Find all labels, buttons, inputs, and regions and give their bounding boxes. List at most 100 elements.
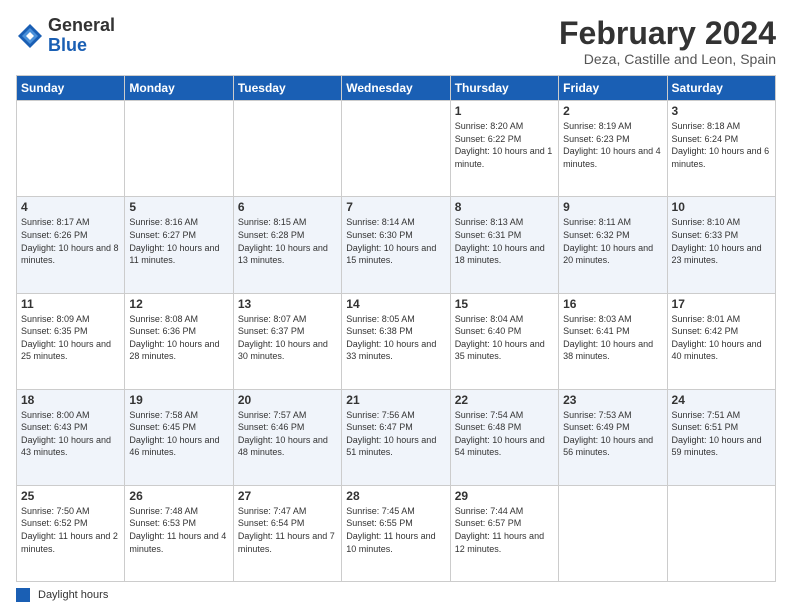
legend-color-box: [16, 588, 30, 602]
day-number: 15: [455, 297, 554, 311]
day-number: 5: [129, 200, 228, 214]
day-number: 18: [21, 393, 120, 407]
calendar-cell: 16 Sunrise: 8:03 AM Sunset: 6:41 PM Dayli…: [559, 293, 667, 389]
main-title: February 2024: [559, 16, 776, 51]
week-row-2: 4 Sunrise: 8:17 AM Sunset: 6:26 PM Daylig…: [17, 197, 776, 293]
calendar-cell: 11 Sunrise: 8:09 AM Sunset: 6:35 PM Dayli…: [17, 293, 125, 389]
calendar-cell: 4 Sunrise: 8:17 AM Sunset: 6:26 PM Daylig…: [17, 197, 125, 293]
day-number: 13: [238, 297, 337, 311]
calendar-cell: 14 Sunrise: 8:05 AM Sunset: 6:38 PM Dayli…: [342, 293, 450, 389]
header-day-friday: Friday: [559, 76, 667, 101]
day-info: Sunrise: 8:20 AM Sunset: 6:22 PM Dayligh…: [455, 120, 554, 170]
day-number: 9: [563, 200, 662, 214]
day-number: 11: [21, 297, 120, 311]
calendar-cell: 13Sunrise: 8:07 AM Sunset: 6:37 PM Dayli…: [233, 293, 341, 389]
week-row-5: 25 Sunrise: 7:50 AM Sunset: 6:52 PM Dayli…: [17, 485, 776, 581]
calendar-cell: 7 Sunrise: 8:14 AM Sunset: 6:30 PM Daylig…: [342, 197, 450, 293]
day-info: Sunrise: 7:54 AM Sunset: 6:48 PM Dayligh…: [455, 409, 554, 459]
week-row-1: 1Sunrise: 8:20 AM Sunset: 6:22 PM Daylig…: [17, 101, 776, 197]
day-info: Sunrise: 7:51 AM Sunset: 6:51 PM Dayligh…: [672, 409, 771, 459]
calendar-cell: 15Sunrise: 8:04 AM Sunset: 6:40 PM Dayli…: [450, 293, 558, 389]
page: General Blue February 2024 Deza, Castill…: [0, 0, 792, 612]
day-number: 24: [672, 393, 771, 407]
header-day-sunday: Sunday: [17, 76, 125, 101]
header: General Blue February 2024 Deza, Castill…: [16, 16, 776, 67]
day-number: 14: [346, 297, 445, 311]
header-row: SundayMondayTuesdayWednesdayThursdayFrid…: [17, 76, 776, 101]
title-area: February 2024 Deza, Castille and Leon, S…: [559, 16, 776, 67]
header-day-monday: Monday: [125, 76, 233, 101]
calendar-cell: [233, 101, 341, 197]
logo: General Blue: [16, 16, 115, 56]
day-info: Sunrise: 7:57 AM Sunset: 6:46 PM Dayligh…: [238, 409, 337, 459]
day-number: 16: [563, 297, 662, 311]
calendar-cell: 24 Sunrise: 7:51 AM Sunset: 6:51 PM Dayli…: [667, 389, 775, 485]
day-info: Sunrise: 8:03 AM Sunset: 6:41 PM Dayligh…: [563, 313, 662, 363]
calendar-cell: 17 Sunrise: 8:01 AM Sunset: 6:42 PM Dayli…: [667, 293, 775, 389]
calendar-cell: 3Sunrise: 8:18 AM Sunset: 6:24 PM Daylig…: [667, 101, 775, 197]
day-number: 12: [129, 297, 228, 311]
day-info: Sunrise: 8:14 AM Sunset: 6:30 PM Dayligh…: [346, 216, 445, 266]
day-number: 4: [21, 200, 120, 214]
calendar-cell: 29 Sunrise: 7:44 AM Sunset: 6:57 PM Dayli…: [450, 485, 558, 581]
calendar-cell: 9 Sunrise: 8:11 AM Sunset: 6:32 PM Daylig…: [559, 197, 667, 293]
day-info: Sunrise: 8:01 AM Sunset: 6:42 PM Dayligh…: [672, 313, 771, 363]
day-info: Sunrise: 7:48 AM Sunset: 6:53 PM Dayligh…: [129, 505, 228, 555]
day-number: 17: [672, 297, 771, 311]
day-number: 10: [672, 200, 771, 214]
calendar-cell: 26 Sunrise: 7:48 AM Sunset: 6:53 PM Dayli…: [125, 485, 233, 581]
calendar-cell: 2Sunrise: 8:19 AM Sunset: 6:23 PM Daylig…: [559, 101, 667, 197]
day-info: Sunrise: 7:58 AM Sunset: 6:45 PM Dayligh…: [129, 409, 228, 459]
day-info: Sunrise: 8:05 AM Sunset: 6:38 PM Dayligh…: [346, 313, 445, 363]
day-number: 21: [346, 393, 445, 407]
calendar-cell: [559, 485, 667, 581]
day-info: Sunrise: 8:10 AM Sunset: 6:33 PM Dayligh…: [672, 216, 771, 266]
day-info: Sunrise: 7:50 AM Sunset: 6:52 PM Dayligh…: [21, 505, 120, 555]
calendar-cell: [667, 485, 775, 581]
day-number: 19: [129, 393, 228, 407]
day-number: 23: [563, 393, 662, 407]
calendar-cell: 21Sunrise: 7:56 AM Sunset: 6:47 PM Dayli…: [342, 389, 450, 485]
calendar-cell: [342, 101, 450, 197]
header-day-wednesday: Wednesday: [342, 76, 450, 101]
day-number: 22: [455, 393, 554, 407]
day-number: 26: [129, 489, 228, 503]
calendar-cell: 27Sunrise: 7:47 AM Sunset: 6:54 PM Dayli…: [233, 485, 341, 581]
day-number: 7: [346, 200, 445, 214]
day-info: Sunrise: 7:44 AM Sunset: 6:57 PM Dayligh…: [455, 505, 554, 555]
calendar-cell: 28 Sunrise: 7:45 AM Sunset: 6:55 PM Dayli…: [342, 485, 450, 581]
calendar-cell: 1Sunrise: 8:20 AM Sunset: 6:22 PM Daylig…: [450, 101, 558, 197]
week-row-4: 18Sunrise: 8:00 AM Sunset: 6:43 PM Dayli…: [17, 389, 776, 485]
calendar-cell: 10 Sunrise: 8:10 AM Sunset: 6:33 PM Dayli…: [667, 197, 775, 293]
day-number: 28: [346, 489, 445, 503]
day-info: Sunrise: 8:15 AM Sunset: 6:28 PM Dayligh…: [238, 216, 337, 266]
subtitle: Deza, Castille and Leon, Spain: [559, 51, 776, 67]
logo-text: General Blue: [48, 16, 115, 56]
day-number: 8: [455, 200, 554, 214]
day-info: Sunrise: 8:11 AM Sunset: 6:32 PM Dayligh…: [563, 216, 662, 266]
day-info: Sunrise: 8:17 AM Sunset: 6:26 PM Dayligh…: [21, 216, 120, 266]
logo-general: General: [48, 16, 115, 36]
calendar-cell: 18Sunrise: 8:00 AM Sunset: 6:43 PM Dayli…: [17, 389, 125, 485]
calendar-cell: 20Sunrise: 7:57 AM Sunset: 6:46 PM Dayli…: [233, 389, 341, 485]
week-row-3: 11 Sunrise: 8:09 AM Sunset: 6:35 PM Dayli…: [17, 293, 776, 389]
calendar-cell: 5Sunrise: 8:16 AM Sunset: 6:27 PM Daylig…: [125, 197, 233, 293]
day-number: 6: [238, 200, 337, 214]
calendar-cell: 19 Sunrise: 7:58 AM Sunset: 6:45 PM Dayli…: [125, 389, 233, 485]
day-info: Sunrise: 7:53 AM Sunset: 6:49 PM Dayligh…: [563, 409, 662, 459]
calendar-cell: 8Sunrise: 8:13 AM Sunset: 6:31 PM Daylig…: [450, 197, 558, 293]
header-day-saturday: Saturday: [667, 76, 775, 101]
footer: Daylight hours: [16, 588, 776, 602]
day-number: 3: [672, 104, 771, 118]
logo-blue: Blue: [48, 36, 115, 56]
day-info: Sunrise: 8:09 AM Sunset: 6:35 PM Dayligh…: [21, 313, 120, 363]
calendar-table: SundayMondayTuesdayWednesdayThursdayFrid…: [16, 75, 776, 582]
day-info: Sunrise: 8:19 AM Sunset: 6:23 PM Dayligh…: [563, 120, 662, 170]
logo-icon: [16, 22, 44, 50]
day-number: 29: [455, 489, 554, 503]
header-day-tuesday: Tuesday: [233, 76, 341, 101]
day-info: Sunrise: 7:45 AM Sunset: 6:55 PM Dayligh…: [346, 505, 445, 555]
calendar-cell: [125, 101, 233, 197]
day-number: 25: [21, 489, 120, 503]
day-number: 27: [238, 489, 337, 503]
